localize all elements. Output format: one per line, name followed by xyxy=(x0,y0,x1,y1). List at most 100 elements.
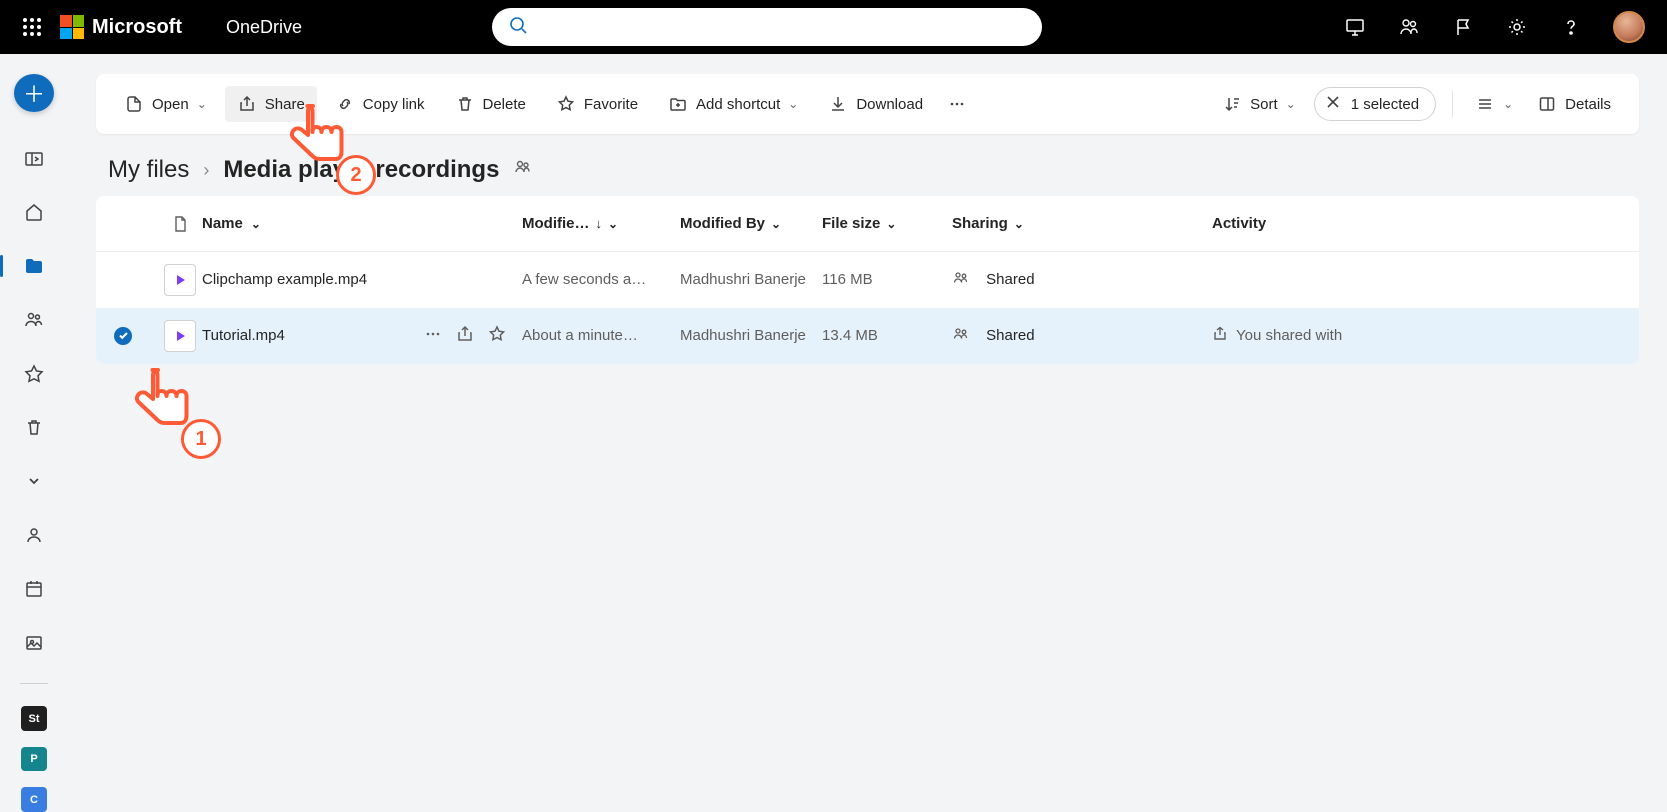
sidebar-collapse-icon[interactable] xyxy=(14,462,54,500)
selection-count: 1 selected xyxy=(1351,96,1419,113)
sort-button[interactable]: Sort ⌄ xyxy=(1210,86,1308,122)
file-modified-by: Madhushri Banerje xyxy=(680,327,806,344)
favorite-label: Favorite xyxy=(584,96,638,113)
brand-word: Microsoft xyxy=(92,16,182,39)
info-icon xyxy=(1537,94,1557,114)
add-new-button[interactable]: ＋ xyxy=(14,74,54,112)
download-button[interactable]: Download xyxy=(816,86,935,122)
sidebar-favorites-icon[interactable] xyxy=(14,355,54,393)
sidebar-lib-st[interactable]: St xyxy=(21,706,47,731)
sidebar-calendar-icon[interactable] xyxy=(14,570,54,608)
sidebar-lib-p[interactable]: P xyxy=(21,747,47,772)
video-file-icon xyxy=(164,320,196,352)
file-modified: A few seconds a… xyxy=(522,271,646,288)
view-button[interactable]: ⌄ xyxy=(1469,86,1519,122)
teams-icon[interactable] xyxy=(1397,15,1421,39)
table-row[interactable]: Tutorial.mp4 About a minute… Madhushri B… xyxy=(96,308,1639,364)
sidebar-myfiles-icon[interactable] xyxy=(14,247,54,285)
file-name[interactable]: Tutorial.mp4 xyxy=(202,327,285,344)
video-file-icon xyxy=(164,264,196,296)
row-more-icon[interactable] xyxy=(424,325,442,347)
share-label: Share xyxy=(265,96,305,113)
sidebar-expand-icon[interactable] xyxy=(14,140,54,178)
open-button[interactable]: Open ⌄ xyxy=(112,86,219,122)
breadcrumb-current: Media player recordings xyxy=(223,156,499,184)
trash-icon xyxy=(455,94,475,114)
view-icon xyxy=(1475,94,1495,114)
help-icon[interactable] xyxy=(1559,15,1583,39)
add-shortcut-button[interactable]: Add shortcut ⌄ xyxy=(656,86,810,122)
column-name[interactable]: Name⌄ xyxy=(202,215,522,232)
star-icon xyxy=(556,94,576,114)
chevron-down-icon: ⌄ xyxy=(1503,97,1513,111)
file-name[interactable]: Clipchamp example.mp4 xyxy=(202,271,367,288)
delete-label: Delete xyxy=(483,96,526,113)
microsoft-logo[interactable]: Microsoft xyxy=(60,15,182,39)
presentation-icon[interactable] xyxy=(1343,15,1367,39)
column-modified-by[interactable]: Modified By⌄ xyxy=(680,215,822,232)
file-sharing[interactable]: Shared xyxy=(986,327,1034,344)
details-button[interactable]: Details xyxy=(1525,86,1623,122)
chevron-right-icon: › xyxy=(203,160,209,181)
column-sharing[interactable]: Sharing⌄ xyxy=(952,215,1212,232)
clear-selection-icon[interactable] xyxy=(1325,94,1341,114)
file-table: Name⌄ Modifie…↓⌄ Modified By⌄ File size⌄… xyxy=(96,196,1639,364)
breadcrumb-root[interactable]: My files xyxy=(108,156,189,184)
column-modified[interactable]: Modifie…↓⌄ xyxy=(522,215,680,232)
chevron-down-icon: ⌄ xyxy=(197,97,207,111)
more-icon xyxy=(947,94,967,114)
sharing-icon xyxy=(952,325,970,347)
sidebar-shared-icon[interactable] xyxy=(14,301,54,339)
header-type-icon[interactable] xyxy=(158,215,202,233)
top-bar: Microsoft OneDrive xyxy=(0,0,1667,54)
table-row[interactable]: Clipchamp example.mp4 A few seconds a… M… xyxy=(96,252,1639,308)
search-icon xyxy=(508,15,528,40)
chevron-down-icon: ⌄ xyxy=(1286,97,1296,111)
link-icon xyxy=(335,94,355,114)
file-modified-by: Madhushri Banerje xyxy=(680,271,806,288)
command-bar: Open ⌄ Share Copy link Delete Favorite A… xyxy=(96,74,1639,134)
row-share-icon[interactable] xyxy=(456,325,474,347)
file-sharing[interactable]: Shared xyxy=(986,271,1034,288)
settings-icon[interactable] xyxy=(1505,15,1529,39)
share-button[interactable]: Share xyxy=(225,86,317,122)
sidebar: ＋ St P C xyxy=(0,54,68,812)
open-icon xyxy=(124,94,144,114)
download-icon xyxy=(828,94,848,114)
main-area: Open ⌄ Share Copy link Delete Favorite A… xyxy=(68,54,1667,812)
file-activity: You shared with xyxy=(1236,327,1342,344)
sidebar-people-icon[interactable] xyxy=(14,516,54,554)
delete-button[interactable]: Delete xyxy=(443,86,538,122)
activity-share-icon xyxy=(1212,326,1228,346)
app-name[interactable]: OneDrive xyxy=(226,17,302,38)
copy-link-button[interactable]: Copy link xyxy=(323,86,437,122)
copy-link-label: Copy link xyxy=(363,96,425,113)
sharing-icon xyxy=(952,269,970,291)
selection-pill[interactable]: 1 selected xyxy=(1314,87,1436,121)
favorite-button[interactable]: Favorite xyxy=(544,86,650,122)
search-input[interactable] xyxy=(492,8,1042,46)
share-icon xyxy=(237,94,257,114)
folder-add-icon xyxy=(668,94,688,114)
file-size: 13.4 MB xyxy=(822,327,878,344)
shared-folder-icon[interactable] xyxy=(513,156,533,184)
sidebar-photos-icon[interactable] xyxy=(14,624,54,662)
app-launcher-icon[interactable] xyxy=(8,3,56,51)
table-header: Name⌄ Modifie…↓⌄ Modified By⌄ File size⌄… xyxy=(96,196,1639,252)
sidebar-recycle-icon[interactable] xyxy=(14,409,54,447)
open-label: Open xyxy=(152,96,189,113)
details-label: Details xyxy=(1565,96,1611,113)
flag-icon[interactable] xyxy=(1451,15,1475,39)
more-actions-button[interactable] xyxy=(941,86,973,122)
add-shortcut-label: Add shortcut xyxy=(696,96,780,113)
column-activity[interactable]: Activity xyxy=(1212,215,1621,232)
chevron-down-icon: ⌄ xyxy=(788,97,798,111)
user-avatar[interactable] xyxy=(1613,11,1645,43)
column-file-size[interactable]: File size⌄ xyxy=(822,215,952,232)
file-modified: About a minute… xyxy=(522,327,638,344)
breadcrumb: My files › Media player recordings xyxy=(108,156,1639,184)
row-star-icon[interactable] xyxy=(488,325,506,347)
sidebar-home-icon[interactable] xyxy=(14,194,54,232)
sidebar-lib-c[interactable]: C xyxy=(21,787,47,812)
row-checkbox[interactable] xyxy=(114,327,132,345)
